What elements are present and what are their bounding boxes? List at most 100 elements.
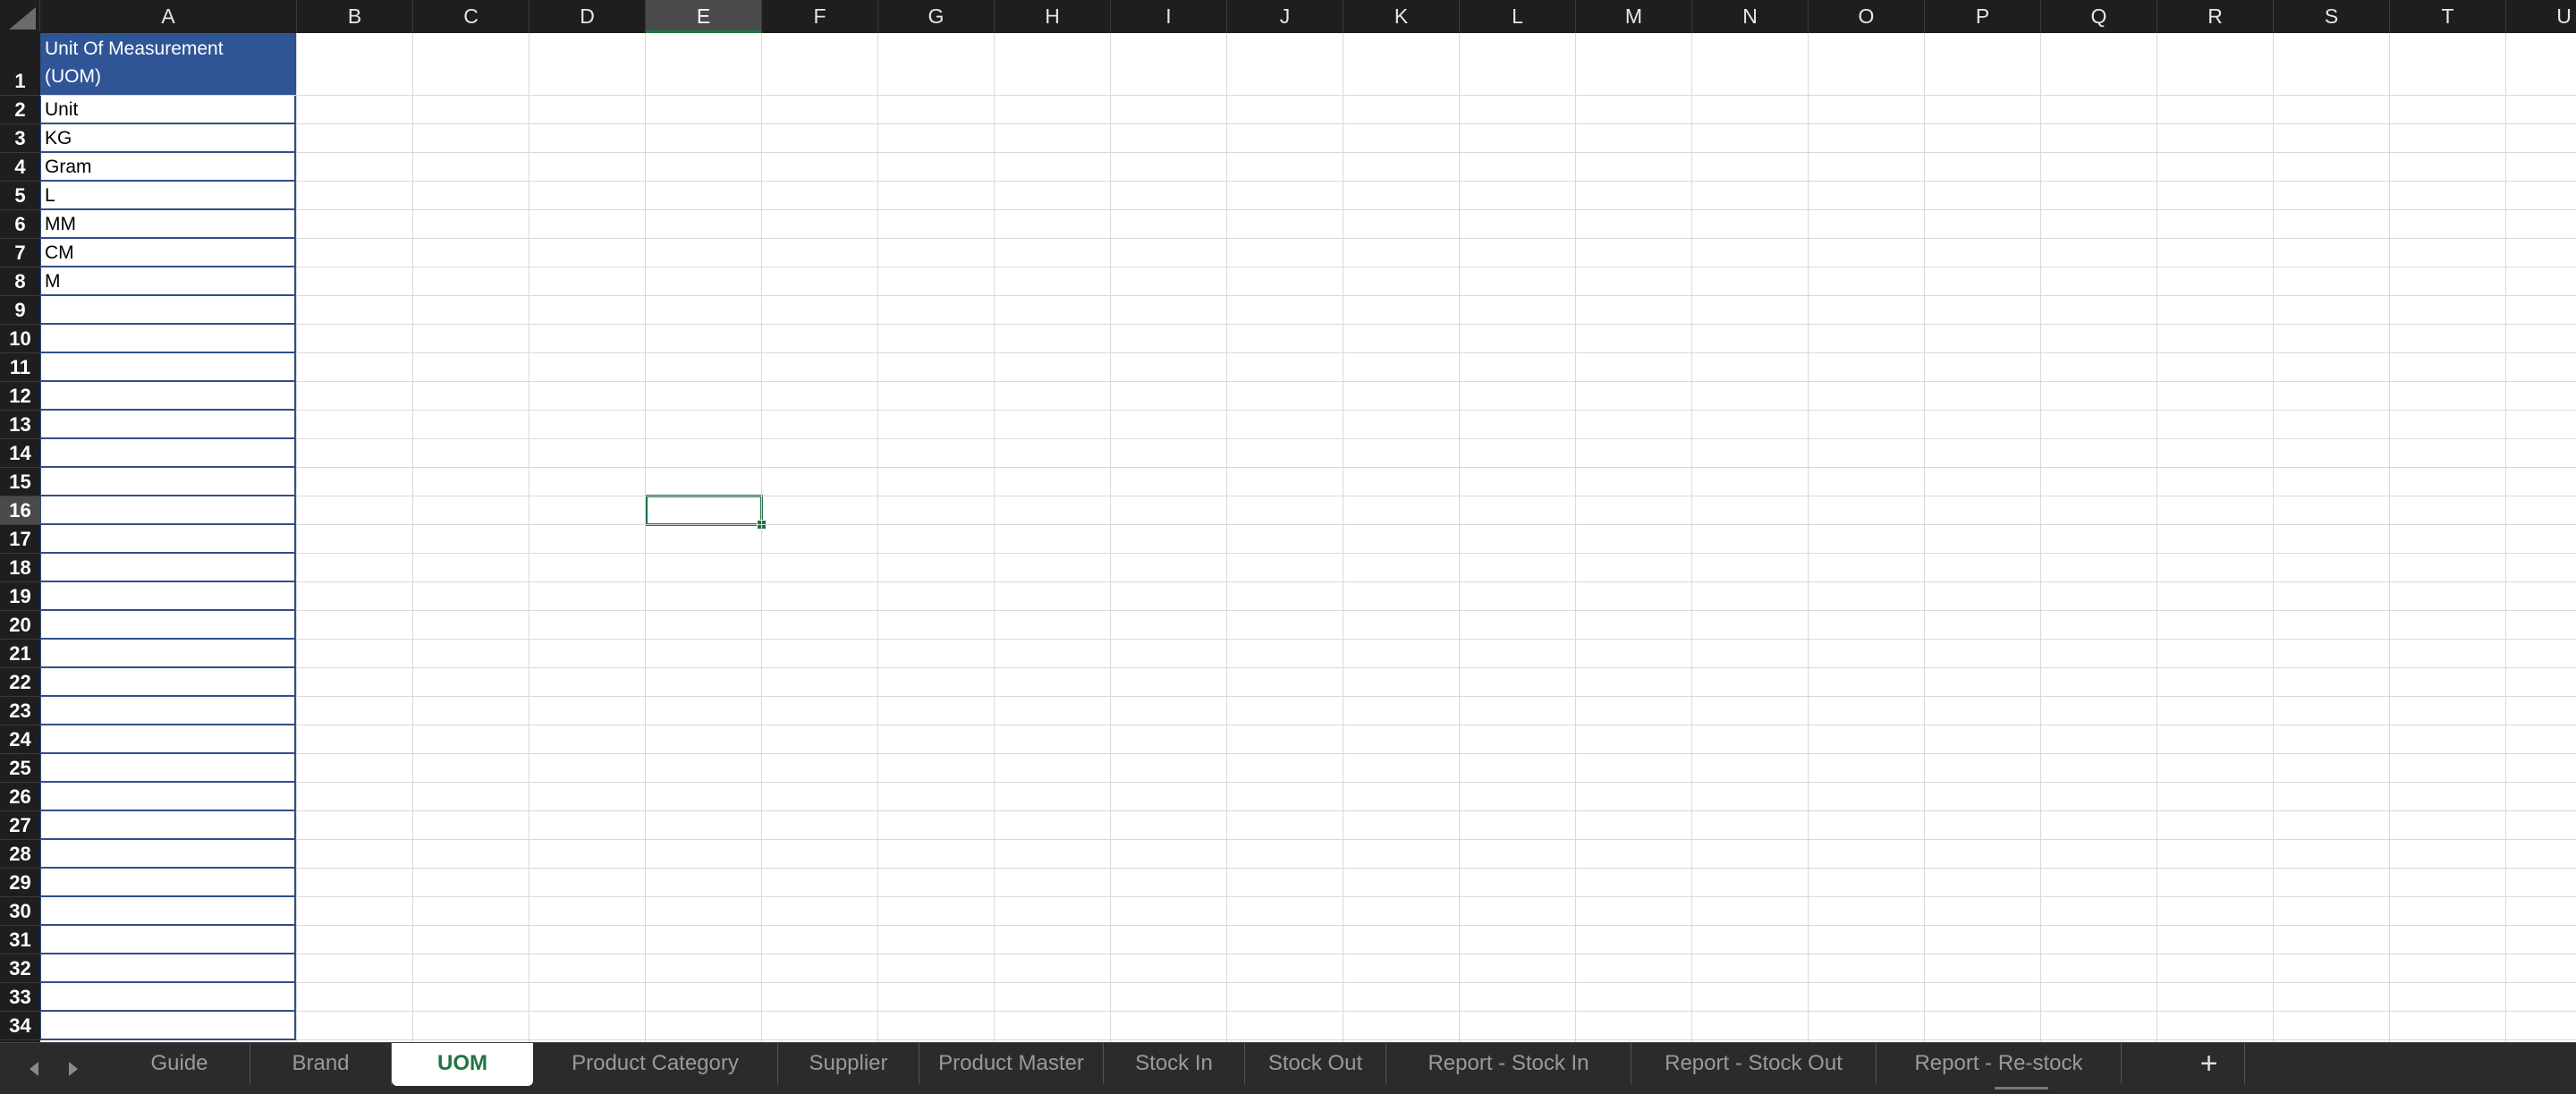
sheet-tab-report-stock-in[interactable]: Report - Stock In <box>1386 1043 1631 1084</box>
row-header-24[interactable]: 24 <box>0 725 40 754</box>
cell-a17[interactable] <box>40 525 296 554</box>
column-header-m[interactable]: M <box>1576 0 1692 33</box>
row-header-34[interactable]: 34 <box>0 1012 40 1040</box>
row-header-27[interactable]: 27 <box>0 811 40 840</box>
sheet-tab-product-category[interactable]: Product Category <box>533 1043 778 1084</box>
cell-a21[interactable] <box>40 640 296 668</box>
sheet-tab-report-stock-out[interactable]: Report - Stock Out <box>1631 1043 1877 1084</box>
column-header-r[interactable]: R <box>2157 0 2274 33</box>
sheet-tab-stock-in[interactable]: Stock In <box>1104 1043 1245 1084</box>
cell-a24[interactable] <box>40 725 296 754</box>
row-header-20[interactable]: 20 <box>0 611 40 640</box>
row-header-8[interactable]: 8 <box>0 267 40 296</box>
sheet-tab-uom[interactable]: UOM <box>392 1043 533 1086</box>
row-header-31[interactable]: 31 <box>0 926 40 954</box>
next-sheet-arrow-icon[interactable] <box>57 1043 89 1094</box>
column-header-n[interactable]: N <box>1692 0 1809 33</box>
row-header-13[interactable]: 13 <box>0 411 40 439</box>
cell-a16[interactable] <box>40 496 296 525</box>
row-header-3[interactable]: 3 <box>0 124 40 153</box>
sheet-tab-report-re-stock[interactable]: Report - Re-stock <box>1877 1043 2122 1084</box>
column-header-k[interactable]: K <box>1343 0 1460 33</box>
column-header-d[interactable]: D <box>530 0 646 33</box>
cell-a15[interactable] <box>40 468 296 496</box>
row-header-19[interactable]: 19 <box>0 582 40 611</box>
row-header-12[interactable]: 12 <box>0 382 40 411</box>
column-header-a[interactable]: A <box>40 0 297 33</box>
column-header-s[interactable]: S <box>2274 0 2390 33</box>
row-header-15[interactable]: 15 <box>0 468 40 496</box>
cell-a4[interactable]: Gram <box>40 153 296 182</box>
column-header-i[interactable]: I <box>1111 0 1227 33</box>
cell-a10[interactable] <box>40 325 296 353</box>
cell-a32[interactable] <box>40 954 296 983</box>
row-header-16[interactable]: 16 <box>0 496 40 525</box>
row-header-33[interactable]: 33 <box>0 983 40 1012</box>
cell-a6[interactable]: MM <box>40 210 296 239</box>
cell-a18[interactable] <box>40 554 296 582</box>
cell-a14[interactable] <box>40 439 296 468</box>
cell-a34[interactable] <box>40 1012 296 1040</box>
row-header-7[interactable]: 7 <box>0 239 40 267</box>
cell-grid[interactable]: Unit Of Measurement (UOM) Unit KG Gram L MM C… <box>40 33 2576 1042</box>
row-header-14[interactable]: 14 <box>0 439 40 468</box>
row-header-1[interactable]: 1 <box>0 33 40 96</box>
cell-a12[interactable] <box>40 382 296 411</box>
cell-a8[interactable]: M <box>40 267 296 296</box>
cell-a25[interactable] <box>40 754 296 783</box>
row-header-22[interactable]: 22 <box>0 668 40 697</box>
row-header-6[interactable]: 6 <box>0 210 40 239</box>
sheet-tab-stock-out[interactable]: Stock Out <box>1245 1043 1386 1084</box>
row-header-11[interactable]: 11 <box>0 353 40 382</box>
column-header-g[interactable]: G <box>878 0 995 33</box>
active-cell-e16[interactable] <box>645 495 763 526</box>
cell-a11[interactable] <box>40 353 296 382</box>
select-all-corner[interactable] <box>0 0 40 33</box>
row-header-9[interactable]: 9 <box>0 296 40 325</box>
sheet-tab-guide[interactable]: Guide <box>109 1043 250 1084</box>
column-header-u[interactable]: U <box>2506 0 2576 33</box>
cell-a1-header[interactable]: Unit Of Measurement (UOM) <box>40 33 296 96</box>
column-header-e[interactable]: E <box>646 0 762 33</box>
row-header-29[interactable]: 29 <box>0 869 40 897</box>
cell-a9[interactable] <box>40 296 296 325</box>
column-header-c[interactable]: C <box>413 0 530 33</box>
cell-a13[interactable] <box>40 411 296 439</box>
sheet-tab-supplier[interactable]: Supplier <box>778 1043 919 1084</box>
row-header-28[interactable]: 28 <box>0 840 40 869</box>
row-header-32[interactable]: 32 <box>0 954 40 983</box>
column-header-j[interactable]: J <box>1227 0 1343 33</box>
row-header-18[interactable]: 18 <box>0 554 40 582</box>
sheet-tab-brand[interactable]: Brand <box>250 1043 392 1084</box>
cell-a30[interactable] <box>40 897 296 926</box>
column-header-p[interactable]: P <box>1925 0 2041 33</box>
cell-a27[interactable] <box>40 811 296 840</box>
cell-a19[interactable] <box>40 582 296 611</box>
sheet-tab-product-master[interactable]: Product Master <box>919 1043 1104 1084</box>
cell-a2[interactable]: Unit <box>40 96 296 124</box>
cell-a26[interactable] <box>40 783 296 811</box>
row-header-23[interactable]: 23 <box>0 697 40 725</box>
row-header-10[interactable]: 10 <box>0 325 40 353</box>
row-header-17[interactable]: 17 <box>0 525 40 554</box>
cell-a28[interactable] <box>40 840 296 869</box>
column-header-o[interactable]: O <box>1809 0 1925 33</box>
row-header-4[interactable]: 4 <box>0 153 40 182</box>
cell-a23[interactable] <box>40 697 296 725</box>
cell-a7[interactable]: CM <box>40 239 296 267</box>
column-header-t[interactable]: T <box>2390 0 2506 33</box>
add-sheet-button[interactable]: + <box>2174 1043 2245 1084</box>
cell-a31[interactable] <box>40 926 296 954</box>
column-header-q[interactable]: Q <box>2041 0 2157 33</box>
column-header-h[interactable]: H <box>995 0 1111 33</box>
cell-a20[interactable] <box>40 611 296 640</box>
prev-sheet-arrow-icon[interactable] <box>18 1043 50 1094</box>
row-header-21[interactable]: 21 <box>0 640 40 668</box>
column-header-f[interactable]: F <box>762 0 878 33</box>
cell-a3[interactable]: KG <box>40 124 296 153</box>
cell-a5[interactable]: L <box>40 182 296 210</box>
row-header-2[interactable]: 2 <box>0 96 40 124</box>
row-header-5[interactable]: 5 <box>0 182 40 210</box>
cell-a29[interactable] <box>40 869 296 897</box>
column-header-l[interactable]: L <box>1460 0 1576 33</box>
